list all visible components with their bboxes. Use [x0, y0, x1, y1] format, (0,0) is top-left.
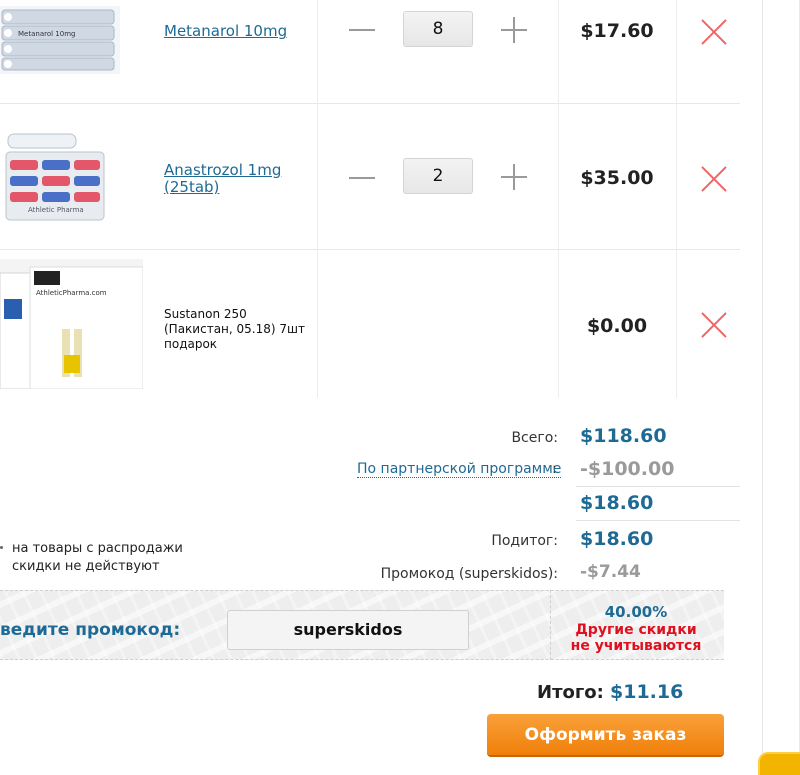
column-divider: [676, 104, 677, 250]
sale-note-line: скидки не действуют: [12, 559, 160, 574]
cart-row: Metanarol 10mg Metanarol 10mg 8 $17.60: [0, 0, 740, 104]
divider: [576, 520, 740, 521]
sale-note: на товары с распродажи скидки не действу…: [12, 540, 183, 576]
promo-discount-label: Промокод (superskidos):: [380, 566, 558, 582]
remove-item-icon[interactable]: [700, 18, 728, 46]
quantity-field[interactable]: 2: [403, 158, 473, 194]
subtotal-label: Подитог:: [491, 533, 558, 549]
decrease-qty-button[interactable]: [349, 177, 375, 179]
product-image[interactable]: AthleticPharma.com: [0, 259, 143, 389]
product-image[interactable]: Athletic Pharma: [0, 130, 110, 226]
promo-code-input[interactable]: superskidos: [227, 610, 469, 650]
promo-code-label: ведите промокод:: [0, 620, 181, 640]
item-price: $17.60: [580, 20, 654, 42]
promo-discount-value: -$7.44: [580, 562, 641, 582]
column-divider: [317, 250, 318, 398]
cart-row: AthleticPharma.com Sustanon 250 (Пакиста…: [0, 250, 740, 398]
quantity-field[interactable]: 8: [403, 11, 473, 47]
grand-total-value: $11.16: [610, 681, 684, 703]
promo-warning-line: Другие скидки: [575, 622, 697, 638]
product-image[interactable]: Metanarol 10mg: [0, 6, 120, 74]
item-price: $0.00: [586, 315, 648, 337]
bullet-icon: [0, 546, 3, 549]
column-divider: [558, 0, 559, 104]
divider: [576, 486, 740, 487]
decrease-qty-button[interactable]: [349, 29, 375, 31]
grand-total-label: Итого:: [537, 682, 604, 703]
increase-qty-button[interactable]: [501, 164, 527, 190]
column-divider: [558, 104, 559, 250]
partner-colon: :: [552, 461, 557, 477]
total-label: Всего:: [511, 430, 558, 446]
chat-widget-tab[interactable]: [758, 752, 800, 775]
remove-item-icon[interactable]: [700, 311, 728, 339]
total-value: $118.60: [580, 425, 667, 447]
promo-percent: 40.00%: [604, 603, 668, 621]
partner-discount-value: -$100.00: [580, 458, 675, 480]
checkout-button[interactable]: Оформить заказ: [487, 714, 724, 755]
item-price: $35.00: [580, 167, 654, 189]
partner-program-link[interactable]: По партнерской программе: [357, 461, 562, 478]
product-name-link[interactable]: Anastrozol 1mg (25tab): [164, 162, 294, 196]
right-sidebar-edge: [762, 0, 800, 775]
increase-qty-button[interactable]: [501, 17, 527, 43]
after-partner-value: $18.60: [580, 492, 654, 514]
promo-divider: [550, 590, 551, 660]
promo-warning-line: не учитываются: [570, 638, 702, 654]
product-image-text: AthleticPharma.com: [36, 289, 107, 297]
promo-warning: Другие скидки не учитываются: [568, 622, 704, 654]
product-name-link[interactable]: Metanarol 10mg: [164, 23, 304, 40]
product-name: Sustanon 250 (Пакистан, 05.18) 7шт подар…: [164, 307, 305, 351]
product-image-text: Athletic Pharma: [28, 206, 84, 214]
subtotal-value: $18.60: [580, 528, 654, 550]
remove-item-icon[interactable]: [700, 165, 728, 193]
column-divider: [558, 250, 559, 398]
column-divider: [317, 104, 318, 250]
column-divider: [317, 0, 318, 104]
cart-row: Athletic Pharma Anastrozol 1mg (25tab) 2…: [0, 104, 740, 250]
column-divider: [676, 250, 677, 398]
column-divider: [676, 0, 677, 104]
sale-note-line: на товары с распродажи: [12, 541, 183, 556]
product-image-text: Metanarol 10mg: [18, 30, 75, 38]
